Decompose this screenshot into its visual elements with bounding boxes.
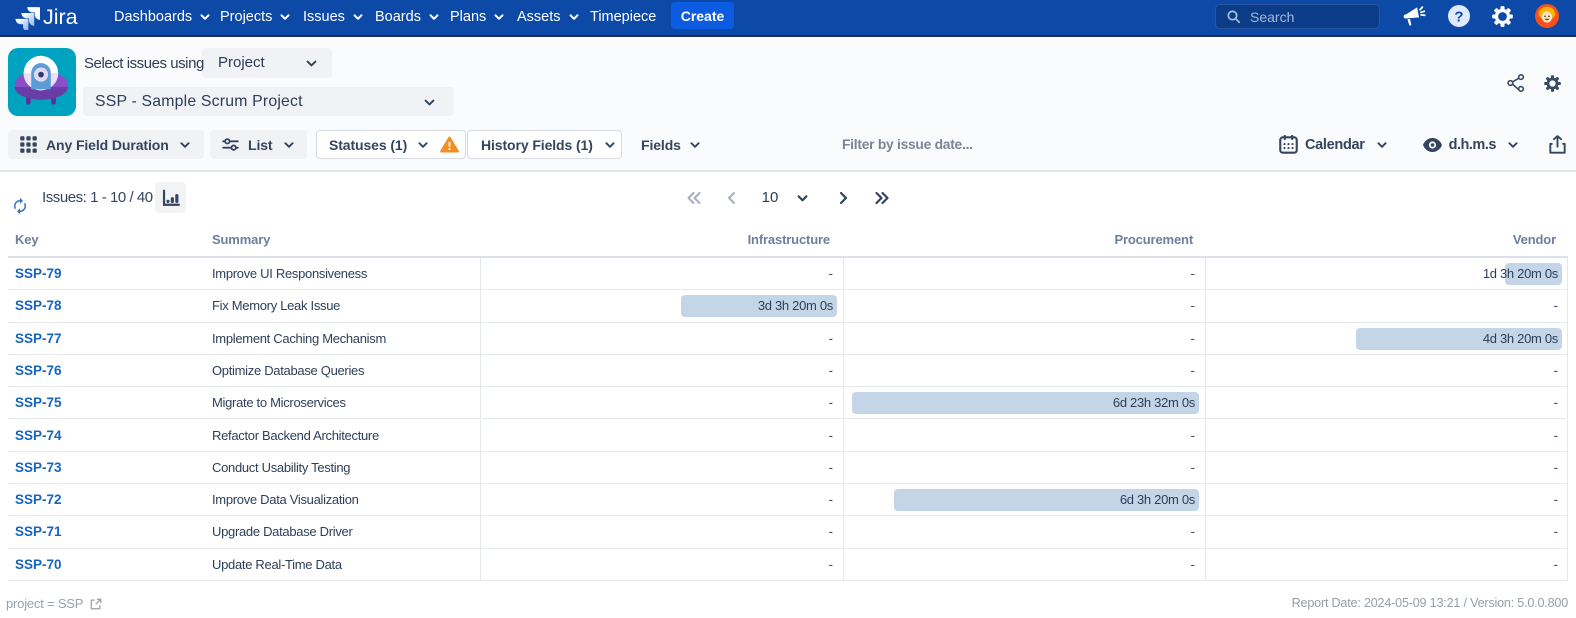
svg-text:?: ? (1454, 9, 1463, 26)
